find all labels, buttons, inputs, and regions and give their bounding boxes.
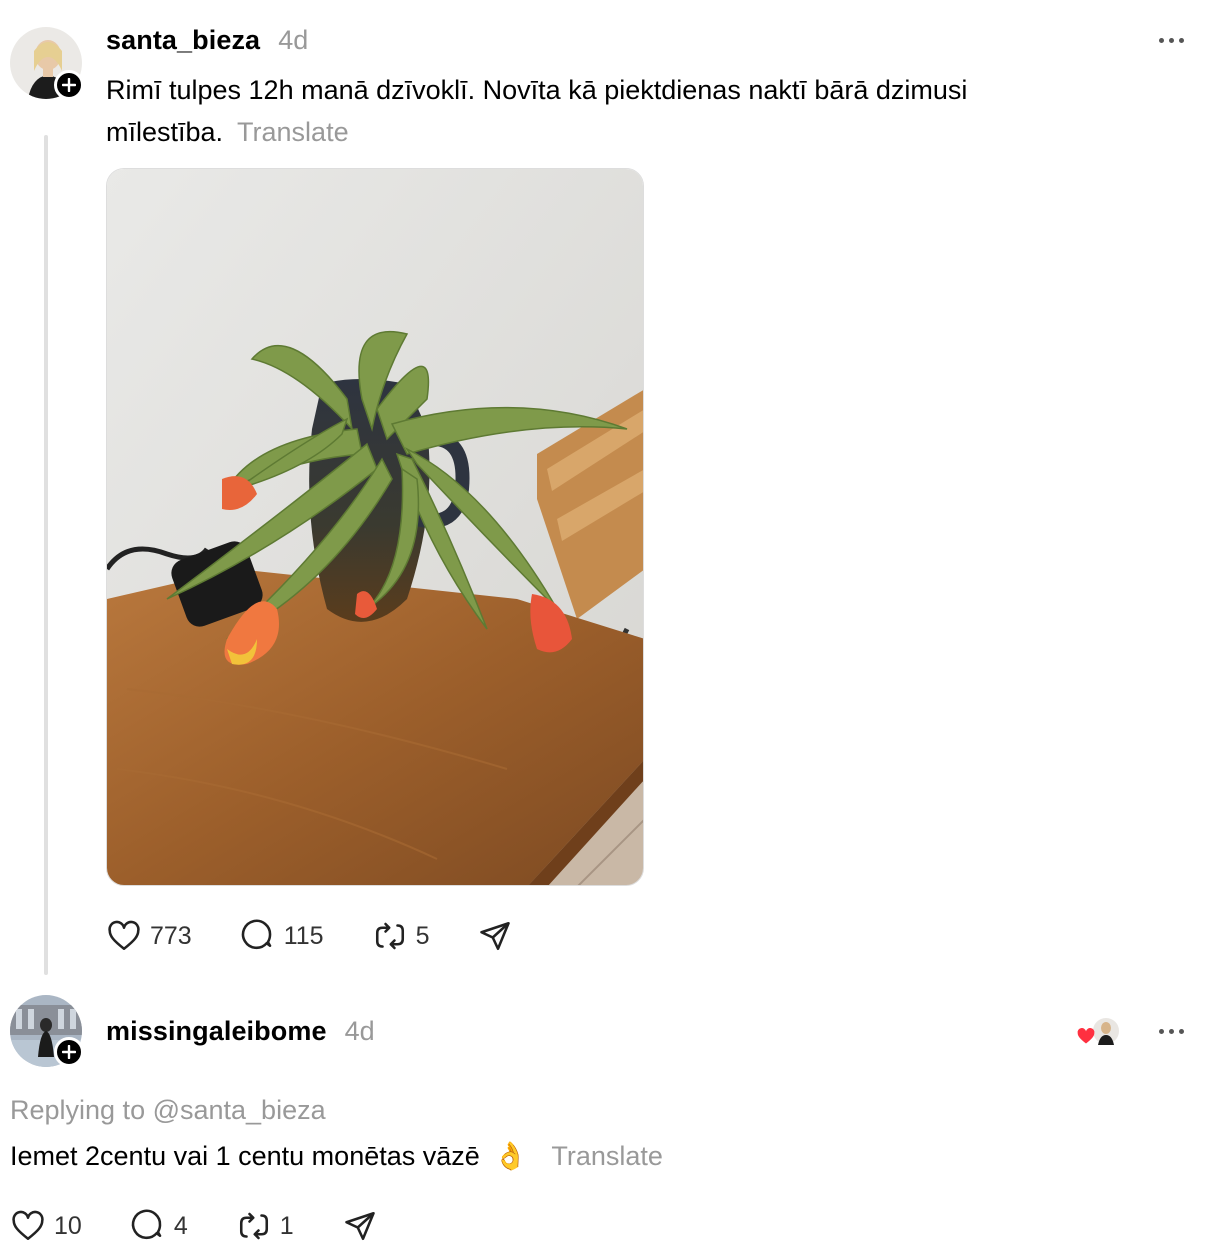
share-button[interactable] <box>342 1208 378 1244</box>
post-photo[interactable] <box>106 168 644 886</box>
comment-count: 4 <box>173 1211 188 1240</box>
comment-count: 115 <box>283 921 324 950</box>
post-time[interactable]: 4d <box>278 25 308 56</box>
more-icon[interactable] <box>1159 38 1184 43</box>
reply-actions: 10 4 1 <box>10 1208 378 1244</box>
reply-time[interactable]: 4d <box>345 1016 375 1047</box>
repost-count: 1 <box>279 1211 294 1240</box>
reply-username[interactable]: missingaleibome <box>106 1016 327 1047</box>
follow-plus-icon[interactable] <box>54 70 84 100</box>
replying-to[interactable]: Replying to @santa_bieza <box>10 1095 326 1126</box>
comment-icon <box>241 919 271 950</box>
post-actions: 773 115 5 <box>106 918 513 954</box>
ok-hand-emoji: 👌 <box>493 1141 528 1171</box>
thread-line <box>44 135 48 975</box>
follow-plus-icon[interactable] <box>54 1037 84 1067</box>
post-text-block: Rimī tulpes 12h manā dzīvoklī. Novīta kā… <box>106 69 1096 153</box>
repost-count: 5 <box>415 921 430 950</box>
more-icon[interactable] <box>1159 1029 1184 1034</box>
reply-text: Iemet 2centu vai 1 centu monētas vāzē <box>10 1140 480 1171</box>
share-button[interactable] <box>477 918 513 954</box>
heart-icon <box>12 1210 44 1241</box>
like-count: 10 <box>54 1211 82 1240</box>
post-text: Rimī tulpes 12h manā dzīvoklī. Novīta kā… <box>106 75 968 147</box>
author-liked-indicator <box>1076 1016 1122 1048</box>
like-button[interactable]: 10 <box>10 1208 82 1244</box>
share-icon <box>344 1211 375 1241</box>
comment-button[interactable]: 4 <box>130 1208 188 1244</box>
comment-icon <box>131 1209 162 1240</box>
heart-icon <box>108 920 140 951</box>
like-count: 773 <box>150 921 192 950</box>
share-icon <box>480 921 511 951</box>
comment-button[interactable]: 115 <box>240 918 324 954</box>
repost-button[interactable]: 5 <box>372 918 430 954</box>
post-username[interactable]: santa_bieza <box>106 25 260 56</box>
like-button[interactable]: 773 <box>106 918 192 954</box>
translate-link[interactable]: Translate <box>551 1141 663 1172</box>
repost-button[interactable]: 1 <box>236 1208 294 1244</box>
heart-icon <box>1077 1028 1095 1044</box>
reply-text-block: Iemet 2centu vai 1 centu monētas vāzē 👌 … <box>10 1140 663 1172</box>
repost-icon <box>239 1212 268 1240</box>
translate-link[interactable]: Translate <box>237 117 349 147</box>
repost-icon <box>375 922 404 950</box>
